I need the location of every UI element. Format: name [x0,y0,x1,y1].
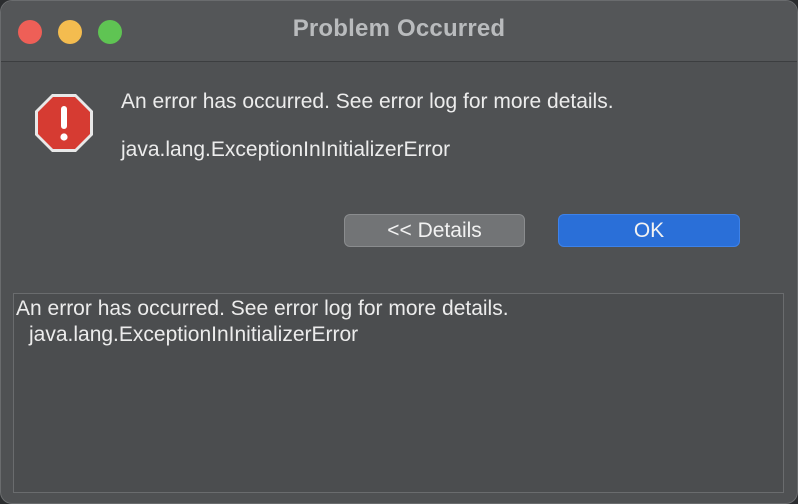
details-message-line: An error has occurred. See error log for… [16,297,509,320]
title-bar[interactable]: Problem Occurred [1,1,797,62]
details-exception-line: java.lang.ExceptionInInitializerError [29,323,359,346]
ok-button[interactable]: OK [558,214,740,247]
error-dialog-window: Problem Occurred An error has occurred. … [0,0,798,504]
error-message: An error has occurred. See error log for… [121,90,614,113]
window-title: Problem Occurred [292,15,506,42]
details-toggle-button[interactable]: << Details [344,214,525,247]
exception-name: java.lang.ExceptionInInitializerError [121,138,451,161]
error-stop-icon [35,94,93,152]
details-text-area[interactable]: An error has occurred. See error log for… [13,293,784,493]
